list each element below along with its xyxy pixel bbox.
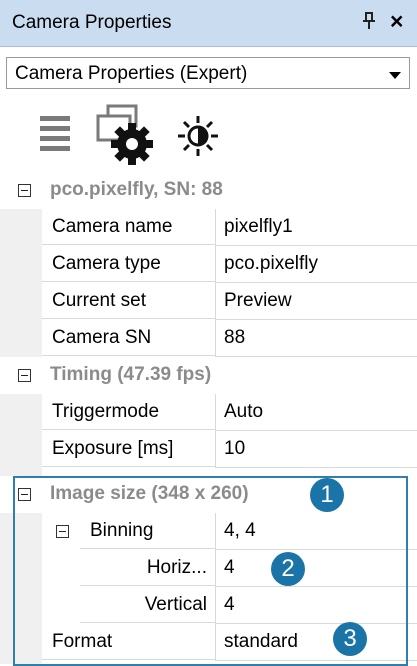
property-name: Current set bbox=[42, 283, 215, 319]
property-grid: pco.pixelfly, SN: 88 Camera name pixelfl… bbox=[0, 172, 417, 664]
collapse-icon[interactable] bbox=[18, 488, 31, 501]
property-value[interactable]: 4 bbox=[215, 587, 417, 624]
callout-badge-3: 3 bbox=[333, 622, 367, 656]
property-value[interactable]: standard bbox=[215, 624, 417, 661]
camera-settings-icon[interactable] bbox=[94, 104, 160, 171]
property-name: Exposure [ms] bbox=[42, 431, 215, 467]
property-row[interactable]: Camera type pco.pixelfly bbox=[0, 246, 417, 283]
toolbar bbox=[0, 100, 417, 172]
property-row-binning[interactable]: Binning 4, 4 bbox=[0, 513, 417, 550]
callout-badge-1: 1 bbox=[310, 478, 344, 512]
chevron-down-icon bbox=[389, 72, 401, 79]
panel-titlebar: Camera Properties × bbox=[0, 0, 417, 47]
property-row[interactable]: Camera name pixelfly1 bbox=[0, 209, 417, 246]
property-name: Format bbox=[42, 624, 215, 660]
property-name: Vertical bbox=[80, 587, 215, 623]
collapse-icon[interactable] bbox=[56, 525, 69, 538]
property-value[interactable]: 4 bbox=[215, 550, 417, 587]
property-value[interactable]: Auto bbox=[215, 394, 417, 431]
view-mode-dropdown[interactable]: Camera Properties (Expert) bbox=[6, 57, 410, 89]
property-row[interactable]: Triggermode Auto bbox=[0, 394, 417, 431]
property-name: Camera name bbox=[42, 209, 215, 245]
brightness-icon[interactable] bbox=[176, 114, 220, 163]
property-name: Camera SN bbox=[42, 320, 215, 356]
pin-icon[interactable] bbox=[361, 12, 377, 35]
property-row-horizontal[interactable]: Horiz... 4 bbox=[0, 550, 417, 587]
collapse-icon[interactable] bbox=[18, 184, 31, 197]
property-name: Horiz... bbox=[80, 550, 215, 586]
property-value[interactable]: pixelfly1 bbox=[215, 209, 417, 246]
property-name: Binning bbox=[80, 513, 215, 549]
panel-title: Camera Properties bbox=[12, 12, 172, 33]
property-value[interactable]: 4, 4 bbox=[215, 513, 417, 550]
property-row[interactable]: Exposure [ms] 10 bbox=[0, 431, 417, 468]
property-row-vertical[interactable]: Vertical 4 bbox=[0, 587, 417, 624]
callout-badge-2: 2 bbox=[271, 552, 305, 586]
property-row[interactable]: Camera SN 88 bbox=[0, 320, 417, 357]
property-value[interactable]: pco.pixelfly bbox=[215, 246, 417, 283]
property-value[interactable]: Preview bbox=[215, 283, 417, 320]
category-title: Timing (47.39 fps) bbox=[50, 364, 212, 385]
category-title: Image size (348 x 260) bbox=[50, 483, 249, 504]
category-title: pco.pixelfly, SN: 88 bbox=[50, 179, 223, 200]
property-row[interactable]: Current set Preview bbox=[0, 283, 417, 320]
collapse-icon[interactable] bbox=[18, 369, 31, 382]
property-name: Camera type bbox=[42, 246, 215, 282]
list-icon[interactable] bbox=[40, 112, 74, 157]
property-name: Triggermode bbox=[42, 394, 215, 430]
category-camera[interactable]: pco.pixelfly, SN: 88 bbox=[0, 172, 417, 209]
close-icon[interactable]: × bbox=[390, 8, 403, 35]
property-value[interactable]: 88 bbox=[215, 320, 417, 357]
category-timing[interactable]: Timing (47.39 fps) bbox=[0, 357, 417, 394]
view-mode-value: Camera Properties (Expert) bbox=[15, 63, 248, 84]
property-value[interactable]: 10 bbox=[215, 431, 417, 468]
category-image-size[interactable]: Image size (348 x 260) bbox=[0, 476, 417, 513]
